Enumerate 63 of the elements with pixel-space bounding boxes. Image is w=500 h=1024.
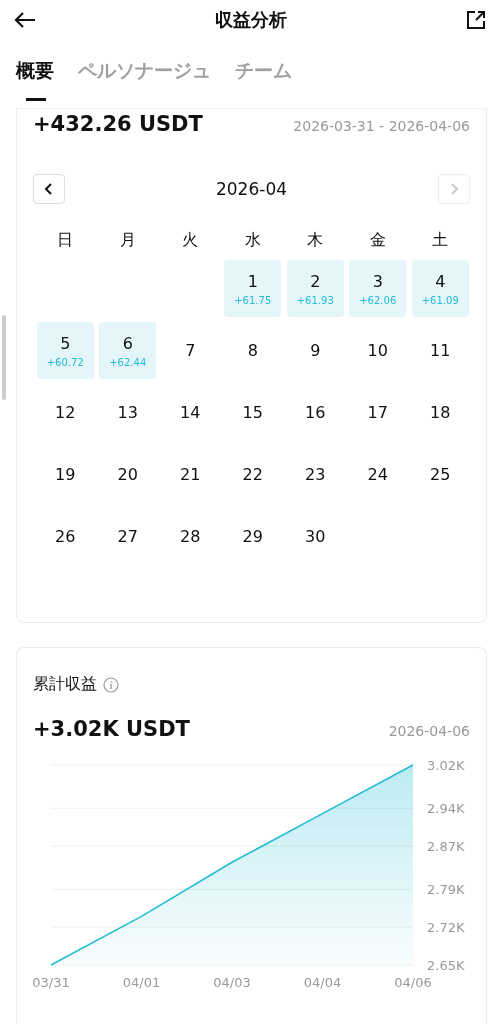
calendar-day[interactable]: 19 — [36, 446, 94, 503]
calendar-day[interactable]: 16 — [286, 384, 344, 441]
x-axis-label: 04/01 — [122, 975, 161, 989]
date-label: 2026-04-06 — [388, 723, 470, 739]
weekday-label: 日 — [56, 229, 75, 251]
back-arrow-icon[interactable] — [14, 11, 36, 29]
x-axis-label: 04/04 — [303, 975, 342, 989]
weekday-label: 金 — [368, 229, 387, 251]
calendar-day[interactable]: 29 — [224, 508, 282, 565]
calendar-day[interactable]: 24 — [349, 446, 407, 503]
weekday-label: 水 — [243, 229, 262, 251]
calendar-day[interactable]: 26 — [36, 508, 94, 565]
calendar-day[interactable]: 7 — [161, 322, 219, 379]
chevron-icon — [449, 182, 459, 196]
calendar-day[interactable]: 11 — [411, 322, 469, 379]
calendar-day[interactable]: 10 — [349, 322, 407, 379]
y-axis-label: 2.87K — [427, 839, 465, 855]
calendar-day[interactable]: 4 +61.09 — [411, 260, 469, 317]
calendar-day[interactable]: 1 +61.75 — [224, 260, 282, 317]
weekday-label: 月 — [118, 229, 137, 251]
calendar-day[interactable]: 9 — [286, 322, 344, 379]
month-nav-button[interactable] — [33, 174, 65, 204]
chevron-icon — [44, 182, 54, 196]
calendar-day[interactable]: 5 +60.72 — [36, 322, 94, 379]
y-axis-label: 2.72K — [427, 920, 465, 936]
calendar-day[interactable]: 14 — [161, 384, 219, 441]
calendar-day[interactable]: 13 — [99, 384, 157, 441]
calendar-day[interactable]: 28 — [161, 508, 219, 565]
tab[interactable]: 概要 — [16, 58, 54, 90]
calendar-day[interactable]: 12 — [36, 384, 94, 441]
month-label: 2026-04 — [216, 179, 287, 199]
calendar-day[interactable]: 20 — [99, 446, 157, 503]
calendar-day[interactable]: 6 +62.44 — [99, 322, 157, 379]
period-earnings: +432.26 USDT — [33, 112, 203, 136]
tab-indicator — [26, 98, 46, 101]
y-axis-label: 2.65K — [427, 958, 465, 973]
x-axis-label: 04/03 — [213, 975, 251, 989]
calendar-day[interactable]: 17 — [349, 384, 407, 441]
calendar-day[interactable]: 18 — [411, 384, 469, 441]
calendar-day[interactable]: 23 — [286, 446, 344, 503]
section-title: 累計収益 — [33, 674, 97, 695]
y-axis-label: 3.02K — [427, 758, 465, 773]
y-axis-label: 2.94K — [427, 801, 465, 817]
weekday-label: 土 — [431, 229, 450, 251]
calendar-day[interactable]: 2 +61.93 — [286, 260, 344, 317]
weekday-label: 火 — [181, 229, 200, 251]
calendar-day[interactable]: 27 — [99, 508, 157, 565]
calendar-day[interactable]: 15 — [224, 384, 282, 441]
calendar-day[interactable]: 22 — [224, 446, 282, 503]
calendar-day[interactable]: 3 +62.06 — [349, 260, 407, 317]
calendar-day[interactable]: 8 — [224, 322, 282, 379]
x-axis-label: 03/31 — [33, 975, 70, 989]
calendar-day[interactable]: 21 — [161, 446, 219, 503]
calendar-day[interactable]: 30 — [286, 508, 344, 565]
weekday-label: 木 — [306, 229, 325, 251]
x-axis-label: 04/06 — [394, 975, 432, 989]
cumulative-earnings: +3.02K USDT — [33, 717, 190, 741]
y-axis-label: 2.79K — [427, 882, 465, 898]
page-title: 収益分析 — [215, 8, 287, 32]
date-range: 2026-03-31 - 2026-04-06 — [293, 118, 470, 134]
info-icon[interactable] — [103, 676, 119, 693]
calendar-day[interactable]: 25 — [411, 446, 469, 503]
share-icon[interactable] — [466, 10, 486, 30]
